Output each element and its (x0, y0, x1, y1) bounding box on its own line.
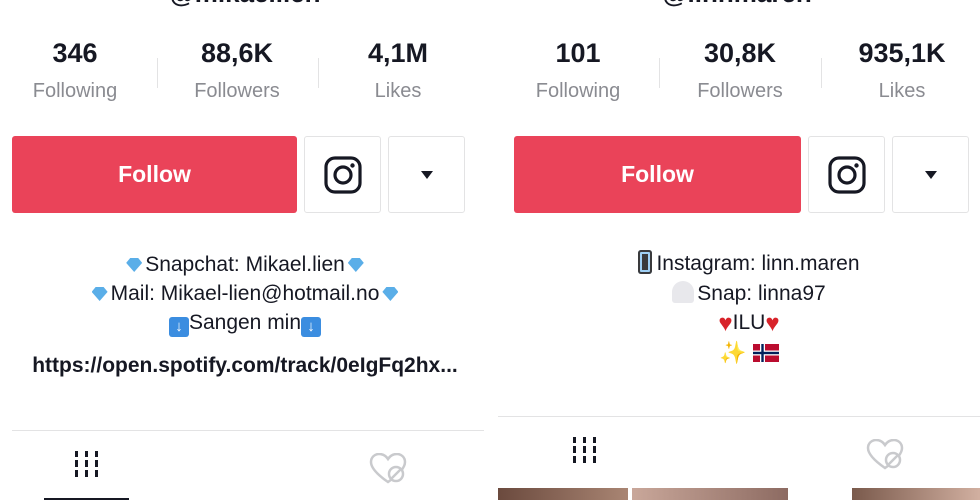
caret-down-icon (924, 170, 937, 179)
diamond-emoji (382, 287, 399, 301)
bio-line: ♥ILU♥ (718, 310, 780, 337)
following-count: 101 (555, 38, 601, 68)
bio-line: Snapchat: Mikael.lien (0, 250, 490, 279)
instagram-button[interactable] (304, 136, 381, 213)
likes-label: Likes (878, 80, 926, 102)
username: @linnmaren (492, 0, 980, 9)
liked-heart-icon[interactable] (369, 452, 407, 490)
followers-label: Followers (697, 80, 783, 102)
down-arrow-emoji: ↓ (168, 317, 189, 337)
video-thumbnail[interactable] (498, 488, 628, 500)
profile-tabs (498, 416, 980, 487)
phone-emoji (638, 250, 653, 274)
follow-button[interactable]: Follow (12, 136, 297, 213)
follow-button[interactable]: Follow (514, 136, 801, 213)
bio-line: Instagram: linn.maren (504, 249, 980, 278)
videos-grid-icon[interactable] (72, 451, 102, 482)
followers-count: 88,6K (200, 38, 274, 68)
stat-followers[interactable]: 88,6K Followers (157, 32, 317, 108)
stat-following[interactable]: 346 Following (0, 32, 155, 108)
sparkles-emoji: ✨ (719, 340, 747, 365)
likes-count: 4,1M (367, 38, 429, 68)
stat-followers[interactable]: 30,8K Followers (660, 32, 820, 108)
video-thumbnails (492, 488, 980, 500)
username: @mikaellien (0, 0, 490, 9)
stats-row: 346 Following 88,6K Followers 4,1M Likes (0, 32, 490, 112)
profile-panel-left: @mikaellien 346 Following 88,6K Follower… (0, 0, 490, 500)
profile-tabs (12, 430, 484, 500)
caret-down-icon (420, 170, 433, 179)
video-thumbnail[interactable] (632, 488, 788, 500)
diamond-emoji (91, 287, 108, 301)
bio-line: ✨ (504, 338, 980, 368)
more-options-button[interactable] (388, 136, 465, 213)
instagram-button[interactable] (808, 136, 885, 213)
ghost-emoji (672, 281, 695, 303)
following-label: Following (32, 80, 118, 102)
heart-emoji: ♥ (765, 310, 780, 337)
stat-likes: 4,1M Likes (318, 32, 478, 108)
stat-likes: 935,1K Likes (822, 32, 980, 108)
diamond-emoji (347, 258, 364, 272)
videos-grid-icon[interactable] (570, 437, 600, 468)
stat-following[interactable]: 101 Following (498, 32, 658, 108)
followers-count: 30,8K (703, 38, 777, 68)
more-options-button[interactable] (892, 136, 969, 213)
video-thumbnail[interactable] (852, 488, 980, 500)
bio-line: ↓ Sangen min ↓ (0, 308, 490, 337)
instagram-icon (827, 155, 866, 194)
likes-label: Likes (374, 80, 422, 102)
down-arrow-emoji: ↓ (301, 317, 322, 337)
heart-emoji: ♥ (718, 310, 733, 337)
profile-panel-right: @linnmaren 101 Following 30,8K Followers… (492, 0, 980, 500)
stats-row: 101 Following 30,8K Followers 935,1K Lik… (492, 32, 980, 112)
liked-heart-icon[interactable] (866, 438, 904, 476)
following-label: Following (535, 80, 621, 102)
bio-line: Snap: linna97 (504, 279, 980, 308)
following-count: 346 (52, 38, 98, 68)
bio-line: Mail: Mikael-lien@hotmail.no (0, 279, 490, 308)
followers-label: Followers (194, 80, 280, 102)
diamond-emoji (126, 258, 143, 272)
bio-link[interactable]: https://open.spotify.com/track/0eIgFq2hx… (0, 354, 490, 378)
likes-count: 935,1K (858, 38, 946, 68)
norway-flag-emoji (752, 344, 779, 362)
instagram-icon (323, 155, 362, 194)
